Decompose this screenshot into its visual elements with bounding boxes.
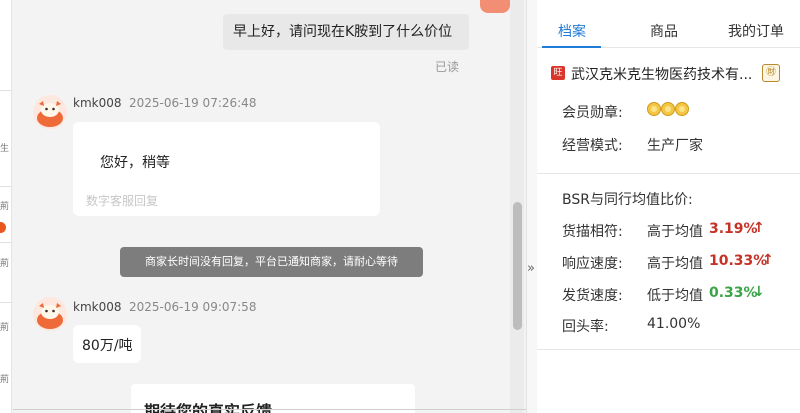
chat-scrollbar-thumb[interactable] <box>513 202 522 330</box>
conversation-fragment[interactable]: 生 <box>0 143 9 155</box>
system-notice: 商家长时间没有回复，平台已通知商家，请耐心等待 <box>120 247 423 277</box>
metric-label: 货描相符: <box>562 224 623 240</box>
panel-collapse-handle[interactable]: » <box>526 0 537 413</box>
list-divider <box>0 90 12 91</box>
incoming-message-bubble[interactable]: 80万/吨 <box>73 325 141 363</box>
sender-name: kmk008 <box>73 96 122 110</box>
sender-name: kmk008 <box>73 300 122 314</box>
conversation-fragment[interactable]: 荊 <box>0 258 9 270</box>
metric-value: 0.33% <box>709 285 758 301</box>
chat-message-area[interactable]: 早上好，请问现在K胺到了什么价位 已读 kmk008 2025-06-19 07… <box>13 0 525 413</box>
unread-dot-icon <box>0 222 6 233</box>
conversation-list-edge: 生 荊 荊 荊 荊 <box>0 0 12 413</box>
business-mode-value: 生产厂家 <box>647 138 703 154</box>
new-message-tab[interactable] <box>480 0 510 13</box>
business-mode-label: 经营模式: <box>562 138 623 154</box>
shop-info-panel: 档案 商品 我的订单 旺 武汉克米克生物医药技术有... ㊖ 会员勋章: 经营模… <box>537 0 800 413</box>
panel-tabs: 档案 商品 我的订单 <box>537 0 800 48</box>
metric-value: 10.33% <box>709 253 768 269</box>
collapse-icon[interactable]: » <box>527 262 535 276</box>
list-divider <box>0 302 12 303</box>
outgoing-message-bubble[interactable]: 早上好，请问现在K胺到了什么价位 <box>223 14 469 50</box>
metric-label: 响应速度: <box>562 256 623 272</box>
metric-comparison: 高于均值 <box>647 224 703 240</box>
list-divider <box>0 242 12 243</box>
tab-archive[interactable]: 档案 <box>558 21 586 41</box>
section-divider <box>537 349 800 350</box>
feedback-card-title: 期待您的真实反馈 <box>144 402 273 413</box>
tab-my-orders[interactable]: 我的订单 <box>728 21 784 41</box>
read-status: 已读 <box>435 60 460 74</box>
arrow-up-icon: ↑ <box>753 220 765 236</box>
avatar-icon[interactable] <box>33 297 67 331</box>
conversation-fragment[interactable]: 荊 <box>0 322 9 334</box>
avatar-icon[interactable] <box>33 95 67 129</box>
metric-value: 41.00% <box>647 316 701 332</box>
section-divider <box>537 173 800 174</box>
metric-label: 发货速度: <box>562 288 623 304</box>
member-medal-label: 会员勋章: <box>562 105 623 121</box>
metric-comparison: 高于均值 <box>647 256 703 272</box>
message-text: 80万/吨 <box>82 338 133 354</box>
list-divider <box>0 186 12 187</box>
arrow-down-icon: ↓ <box>753 284 765 300</box>
bsr-title: BSR与同行均值比价: <box>562 192 693 208</box>
chat-input-divider <box>13 409 527 410</box>
incoming-message-bubble[interactable]: 您好，稍等 数字客服回复 <box>73 122 380 216</box>
metric-label: 回头率: <box>562 319 609 335</box>
badge-icon[interactable]: ㊖ <box>762 64 780 82</box>
conversation-fragment[interactable]: 荊 <box>0 201 9 213</box>
tab-products[interactable]: 商品 <box>650 21 678 41</box>
message-timestamp: 2025-06-19 07:26:48 <box>129 96 257 110</box>
active-tab-indicator <box>542 46 601 48</box>
message-text: 您好，稍等 <box>100 155 170 171</box>
shop-icon: 旺 <box>551 66 565 80</box>
medal-icon <box>675 102 689 116</box>
medal-icon <box>647 102 661 116</box>
arrow-up-icon: ↑ <box>762 252 774 268</box>
shop-name[interactable]: 武汉克米克生物医药技术有... <box>571 64 752 84</box>
message-timestamp: 2025-06-19 09:07:58 <box>129 300 257 314</box>
conversation-fragment[interactable]: 荊 <box>0 374 9 386</box>
metric-value: 3.19% <box>709 221 758 237</box>
metric-comparison: 低于均值 <box>647 288 703 304</box>
auto-reply-note: 数字客服回复 <box>86 194 159 208</box>
medal-icon <box>661 102 675 116</box>
